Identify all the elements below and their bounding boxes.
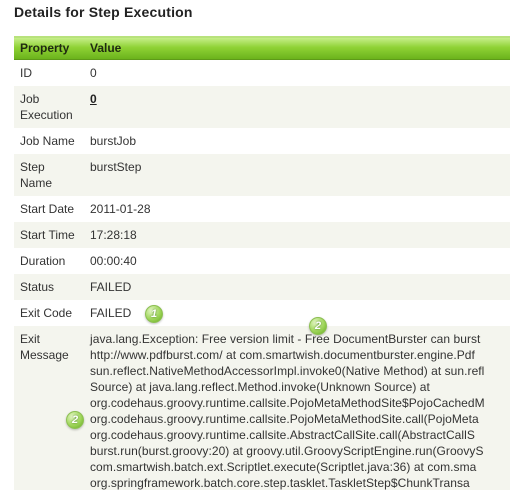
property-label-job-name: Job Name (14, 127, 84, 154)
exit-message-line: Source) at java.lang.reflect.Method.invo… (90, 379, 430, 394)
exit-message-line: com.smartwish.batch.ext.Scriptlet.execut… (90, 459, 477, 474)
table-row-status: Status FAILED (14, 273, 510, 300)
property-label-exit-code: Exit Code (14, 299, 84, 326)
exit-message-line: org.springframework.batch.core.step.task… (90, 475, 470, 490)
value-step-name: burstStep (84, 153, 510, 196)
property-label-status: Status (14, 273, 84, 300)
property-label-job-execution: Job Execution (14, 85, 84, 128)
table-row-exit-message: Exit Message java.lang.Exception: Free v… (14, 325, 510, 490)
property-label-duration: Duration (14, 247, 84, 274)
table-row-duration: Duration 00:00:40 (14, 247, 510, 274)
table-row-start-date: Start Date 2011-01-28 (14, 195, 510, 222)
table-row-start-time: Start Time 17:28:18 (14, 221, 510, 248)
exit-message-line: org.codehaus.groovy.runtime.callsite.Poj… (90, 411, 479, 426)
table-row-job-execution: Job Execution 0 (14, 85, 510, 128)
property-label-exit-message: Exit Message (14, 325, 84, 490)
property-label-start-time: Start Time (14, 221, 84, 248)
callout-badge-2: 2 (66, 411, 84, 429)
callout-badge-2: 2 (309, 317, 327, 335)
step-details-table: Property Value ID 0 Job Execution 0 Job … (14, 36, 510, 490)
property-label-step-name: Step Name (14, 153, 84, 196)
table-header-row: Property Value (14, 36, 510, 60)
exit-message-line: burst.run(burst.groovy:20) at groovy.uti… (90, 443, 484, 458)
property-label-start-date: Start Date (14, 195, 84, 222)
exit-message-line: java.lang.Exception: Free version limit … (90, 331, 481, 346)
property-label-id: ID (14, 59, 84, 86)
exit-message-line: org.codehaus.groovy.runtime.callsite.Poj… (90, 395, 485, 410)
value-status: FAILED (84, 273, 510, 300)
value-id: 0 (84, 59, 510, 86)
table-row-job-name: Job Name burstJob (14, 127, 510, 154)
column-header-value: Value (84, 36, 510, 60)
page-title: Details for Step Execution (14, 4, 193, 20)
value-start-time: 17:28:18 (84, 221, 510, 248)
value-duration: 00:00:40 (84, 247, 510, 274)
table-row-id: ID 0 (14, 59, 510, 86)
table-row-exit-code: Exit Code FAILED (14, 299, 510, 326)
value-exit-message: java.lang.Exception: Free version limit … (84, 325, 510, 490)
table-row-step-name: Step Name burstStep (14, 153, 510, 196)
exit-message-line: http://www.pdfburst.com/ at com.smartwis… (90, 347, 475, 362)
exit-message-line: org.codehaus.groovy.runtime.callsite.Abs… (90, 427, 475, 442)
callout-badge-1: 1 (145, 305, 163, 323)
value-start-date: 2011-01-28 (84, 195, 510, 222)
column-header-property: Property (14, 36, 84, 60)
value-job-name: burstJob (84, 127, 510, 154)
job-execution-link[interactable]: 0 (90, 92, 97, 106)
exit-message-line: sun.reflect.NativeMethodAccessorImpl.inv… (90, 363, 485, 378)
